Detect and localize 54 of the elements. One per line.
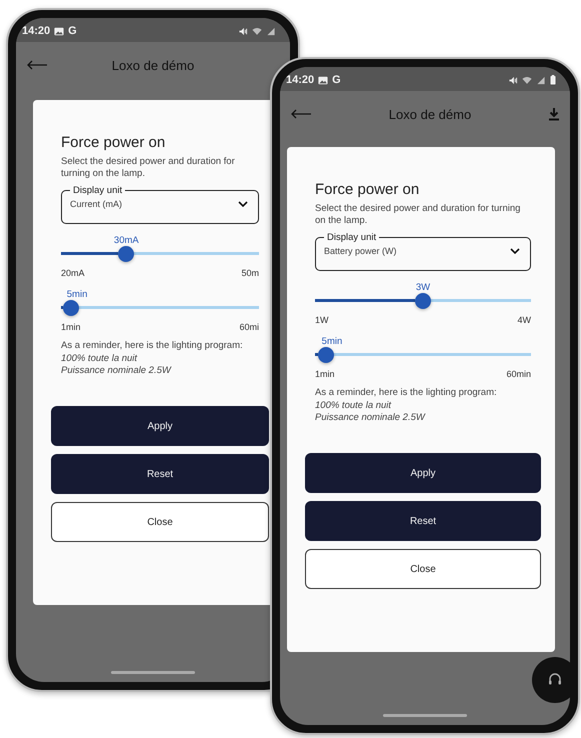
screen-title: Loxo de démo xyxy=(388,106,472,122)
slider-max-label: 60min xyxy=(506,368,531,379)
back-arrow-icon[interactable] xyxy=(26,60,48,70)
action-button[interactable]: Reset xyxy=(51,454,269,494)
image-icon xyxy=(54,26,64,36)
action-button[interactable]: Apply xyxy=(51,406,269,446)
slider-min-label: 1min xyxy=(315,368,335,379)
slider-thumb[interactable] xyxy=(118,246,134,262)
slider-max-label: 60mi xyxy=(239,322,259,332)
screen-title: Loxo de démo xyxy=(110,58,196,72)
chevron-down-icon xyxy=(510,248,520,254)
slider-min-label: 1W xyxy=(315,314,328,325)
slider-min-label: 1min xyxy=(61,322,81,332)
signal-icon xyxy=(266,26,276,36)
display-unit-select[interactable]: Display unit Current (mA) xyxy=(61,184,259,224)
status-time: 14:20 xyxy=(286,74,314,86)
slider-max-label: 4W xyxy=(518,314,531,325)
network-label: G xyxy=(332,74,341,86)
image-icon xyxy=(318,76,328,84)
slider-min-label: 20mA xyxy=(61,268,85,278)
slider-value: 5min xyxy=(66,288,88,300)
wifi-icon xyxy=(522,76,532,84)
action-button[interactable]: Reset xyxy=(305,501,541,542)
dialog-description: Select the desired power and duration for turning on the lamp. xyxy=(315,203,522,228)
support-button[interactable] xyxy=(532,657,570,703)
dialog-description: Select the desired power and duration for turning on the lamp. xyxy=(61,156,236,181)
slider-value: 3W xyxy=(416,282,430,293)
download-icon[interactable] xyxy=(548,107,560,121)
slider-thumb[interactable] xyxy=(318,346,334,363)
signal-icon xyxy=(536,76,546,84)
mute-icon xyxy=(508,76,518,84)
mute-icon xyxy=(238,26,248,36)
program-line: Puissance nominale 2.5W xyxy=(315,412,426,426)
program-line: 100% toute la nuit xyxy=(315,400,392,412)
slider-max-label: 50m xyxy=(241,268,259,278)
program-line: Puissance nominale 2.5W xyxy=(61,365,172,378)
network-label: G xyxy=(68,25,77,37)
close-button[interactable]: Close xyxy=(305,549,541,590)
slider-value: 5min xyxy=(322,336,342,347)
close-button[interactable]: Close xyxy=(51,502,269,542)
program-line: 100% toute la nuit xyxy=(61,352,138,366)
reminder-text: As a reminder, here is the lighting program: xyxy=(61,340,244,352)
display-unit-select[interactable]: Display unit Battery power (W) xyxy=(315,232,531,271)
dialog-title: Force power on xyxy=(61,134,166,151)
reminder-text: As a reminder, here is the lighting program: xyxy=(315,386,498,400)
slider-thumb[interactable] xyxy=(62,300,79,316)
wifi-icon xyxy=(252,26,262,36)
back-arrow-icon[interactable] xyxy=(290,109,312,119)
action-button[interactable]: Apply xyxy=(305,453,541,494)
chevron-down-icon xyxy=(238,200,248,207)
slider-value: 30mA xyxy=(114,234,139,246)
slider-thumb[interactable] xyxy=(415,292,431,309)
dialog-title: Force power on xyxy=(315,181,420,198)
status-time: 14:20 xyxy=(22,25,50,37)
